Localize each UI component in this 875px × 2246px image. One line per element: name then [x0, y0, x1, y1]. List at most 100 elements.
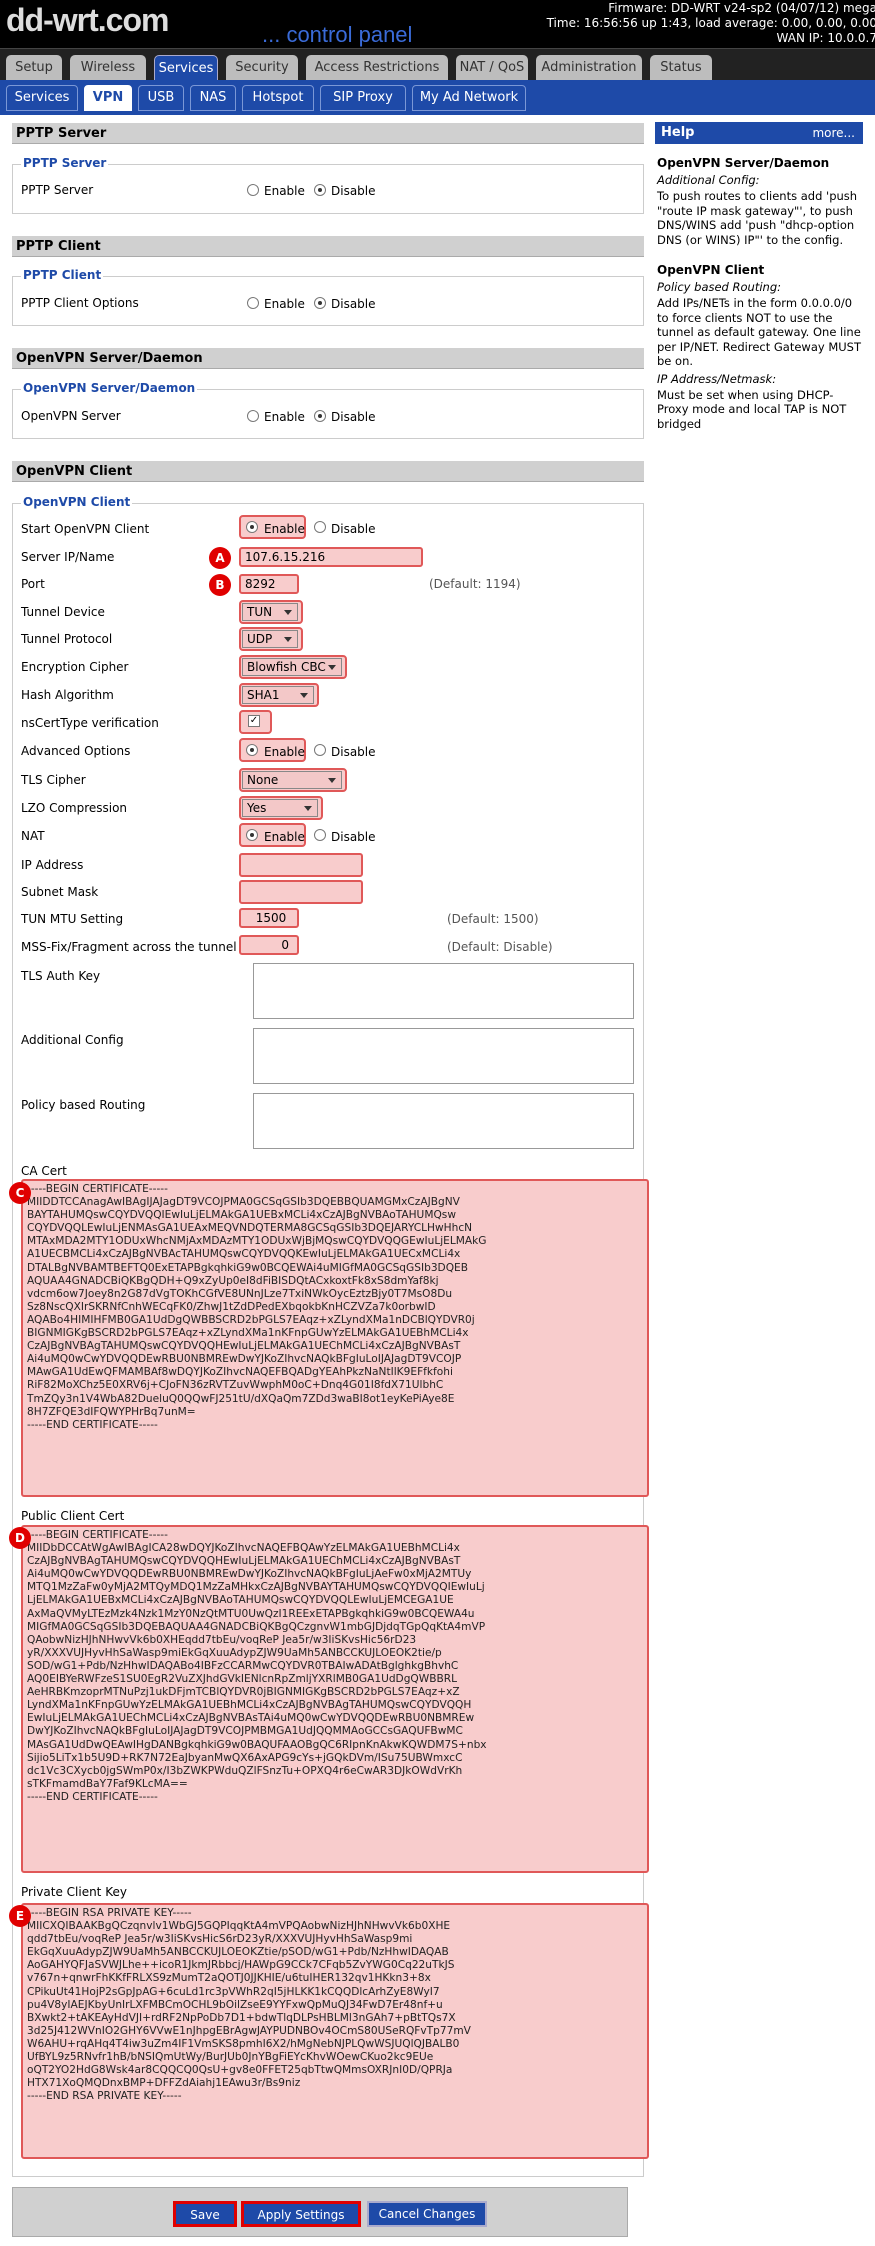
pptp-client-enable-radio[interactable]	[247, 297, 259, 309]
subtab-nas[interactable]: NAS	[190, 85, 236, 111]
help-more-link[interactable]: more...	[812, 122, 855, 144]
ca-cert-label: CA Cert	[21, 1164, 67, 1178]
tunnel-protocol-select[interactable]: UDP	[242, 630, 298, 648]
subtab-services[interactable]: Services	[6, 85, 78, 111]
lzo-compression-select[interactable]: Yes	[242, 799, 318, 817]
main-tabs: Setup Wireless Services Security Access …	[0, 48, 875, 81]
help-title-text: Help	[661, 125, 695, 140]
save-button[interactable]: Save	[173, 2201, 237, 2227]
help-heading-server: OpenVPN Server/Daemon	[657, 156, 830, 170]
pptp-client-disable-radio[interactable]	[314, 297, 326, 309]
help-panel: Help more... OpenVPN Server/Daemon Additi…	[655, 122, 863, 431]
start-enable-radio[interactable]	[246, 521, 258, 533]
encryption-cipher-label: Encryption Cipher	[21, 660, 129, 674]
additional-config-label: Additional Config	[21, 1033, 124, 1047]
hash-algorithm-select[interactable]: SHA1	[242, 686, 314, 704]
cancel-changes-button[interactable]: Cancel Changes	[367, 2201, 487, 2227]
port-input[interactable]: 8292	[239, 574, 299, 594]
public-cert-textarea[interactable]: -----BEGIN CERTIFICATE----- MIIDbDCCAtWg…	[21, 1525, 649, 1873]
policy-routing-textarea[interactable]	[253, 1093, 634, 1149]
additional-config-textarea[interactable]	[253, 1028, 634, 1084]
wan-ip-text: WAN IP: 10.0.0.7	[776, 31, 875, 45]
tab-setup[interactable]: Setup	[6, 55, 62, 81]
pptp-server-disable-radio[interactable]	[314, 184, 326, 196]
nat-label: NAT	[21, 829, 45, 843]
ca-cert-textarea[interactable]: -----BEGIN CERTIFICATE----- MIIDDTCCAnag…	[21, 1179, 649, 1497]
openvpn-server-enable-radio[interactable]	[247, 410, 259, 422]
tab-access-restrictions[interactable]: Access Restrictions	[306, 55, 448, 81]
port-default: (Default: 1194)	[429, 577, 521, 591]
apply-settings-button[interactable]: Apply Settings	[241, 2201, 361, 2227]
advanced-disable-radio[interactable]	[314, 744, 326, 756]
disable-label: Disable	[331, 522, 376, 536]
pptp-client-label: PPTP Client Options	[21, 296, 139, 310]
openvpn-server-label: OpenVPN Server	[21, 409, 121, 423]
disable-label: Disable	[331, 297, 376, 311]
mss-fix-default: (Default: Disable)	[447, 940, 553, 954]
tab-status[interactable]: Status	[650, 55, 712, 81]
help-title: Help more...	[655, 122, 863, 144]
help-heading-client: OpenVPN Client	[657, 263, 765, 277]
private-key-textarea[interactable]: -----BEGIN RSA PRIVATE KEY----- MIICXQIB…	[21, 1903, 649, 2159]
nat-disable-radio[interactable]	[314, 829, 326, 841]
tls-cipher-label: TLS Cipher	[21, 773, 86, 787]
disable-label: Disable	[331, 830, 376, 844]
start-disable-radio[interactable]	[314, 521, 326, 533]
subtab-hotspot[interactable]: Hotspot	[242, 85, 314, 111]
openvpn-client-fieldset: OpenVPN Client Start OpenVPN Client Enab…	[9, 495, 649, 2177]
pptp-client-fieldset: PPTP Client PPTP Client Options Enable D…	[12, 268, 644, 326]
tls-cipher-select[interactable]: None	[242, 771, 342, 789]
tun-mtu-default: (Default: 1500)	[447, 912, 539, 926]
encryption-cipher-select[interactable]: Blowfish CBC	[242, 658, 342, 676]
nscerttype-label: nsCertType verification	[21, 716, 159, 730]
subnet-mask-label: Subnet Mask	[21, 885, 99, 899]
tun-mtu-input[interactable]: 1500	[239, 908, 299, 928]
nat-enable-radio[interactable]	[246, 829, 258, 841]
disable-label: Disable	[331, 745, 376, 759]
tls-auth-label: TLS Auth Key	[21, 969, 101, 983]
server-ip-label: Server IP/Name	[21, 550, 115, 564]
tab-security[interactable]: Security	[226, 55, 298, 81]
firmware-text: Firmware: DD-WRT v24-sp2 (04/07/12) mega	[608, 1, 875, 15]
subtab-sip-proxy[interactable]: SIP Proxy	[320, 85, 406, 111]
enable-label: Enable	[264, 184, 305, 198]
nscerttype-checkbox[interactable]: ✓	[248, 715, 260, 727]
help-sub-additional-config: Additional Config:	[657, 173, 760, 187]
mss-fix-label: MSS-Fix/Fragment across the tunnel	[21, 940, 237, 954]
openvpn-server-section-title: OpenVPN Server/Daemon	[12, 348, 644, 369]
logo: dd-wrt.com	[6, 2, 169, 38]
tab-wireless[interactable]: Wireless	[70, 55, 146, 81]
badge-e: E	[9, 1905, 31, 1927]
subnet-mask-input[interactable]	[239, 880, 363, 904]
tagline: ... control panel	[262, 22, 413, 47]
enable-label: Enable	[264, 297, 305, 311]
firmware-info: Firmware: DD-WRT v24-sp2 (04/07/12) mega…	[547, 1, 875, 46]
pptp-server-section-title: PPTP Server	[12, 123, 644, 144]
advanced-enable-radio[interactable]	[246, 744, 258, 756]
tab-services[interactable]: Services	[154, 55, 218, 81]
button-bar: Save Apply Settings Cancel Changes	[12, 2187, 628, 2237]
tls-auth-textarea[interactable]	[253, 963, 634, 1019]
enable-label: Enable	[264, 410, 305, 424]
help-sub-policy-routing: Policy based Routing:	[657, 280, 781, 294]
subtab-usb[interactable]: USB	[138, 85, 184, 111]
pptp-server-legend: PPTP Server	[21, 156, 109, 170]
tun-mtu-label: TUN MTU Setting	[21, 912, 124, 926]
tab-nat-qos[interactable]: NAT / QoS	[456, 55, 528, 81]
ip-address-input[interactable]	[239, 853, 363, 877]
public-cert-label: Public Client Cert	[21, 1509, 125, 1523]
badge-d: D	[9, 1527, 31, 1549]
mss-fix-input[interactable]: 0	[239, 935, 299, 955]
disable-label: Disable	[331, 184, 376, 198]
tunnel-device-select[interactable]: TUN	[242, 603, 298, 621]
pptp-server-enable-radio[interactable]	[247, 184, 259, 196]
server-ip-input[interactable]: 107.6.15.216	[239, 547, 423, 567]
subtab-vpn[interactable]: VPN	[84, 85, 132, 111]
help-text-ip-netmask: Must be set when using DHCP-Proxy mode a…	[657, 387, 847, 431]
disable-label: Disable	[331, 410, 376, 424]
ca-cert-text: -----BEGIN CERTIFICATE----- MIIDDTCCAnag…	[27, 1183, 487, 1431]
subtab-my-ad-network[interactable]: My Ad Network	[412, 85, 526, 111]
tab-administration[interactable]: Administration	[536, 55, 642, 81]
openvpn-server-disable-radio[interactable]	[314, 410, 326, 422]
private-key-text: -----BEGIN RSA PRIVATE KEY----- MIICXQIB…	[27, 1907, 471, 2103]
